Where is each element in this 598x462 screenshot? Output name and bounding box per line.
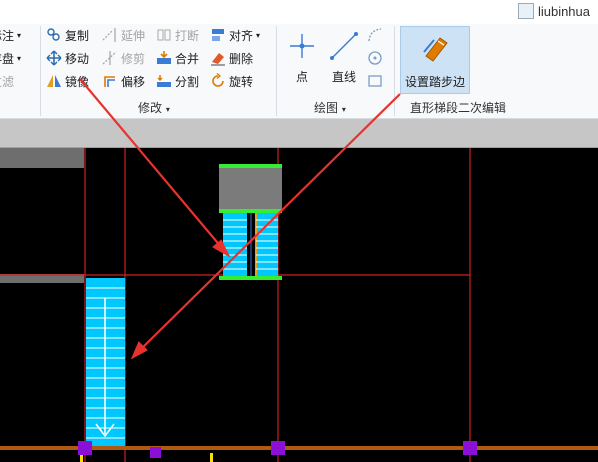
group-separator xyxy=(276,26,277,116)
merge-label: 合并 xyxy=(175,51,200,66)
green-edge xyxy=(219,164,282,168)
mirror-label: 镜像 xyxy=(65,74,90,89)
ribbon-item-filter[interactable]: 过滤 xyxy=(0,71,14,91)
annotate-label: 标注 xyxy=(0,28,15,43)
ribbon: 标注▾ 存盘▾ 过滤 复制 延伸 打断 对齐▾ 移动 修剪 合并 删除 xyxy=(0,24,598,119)
column-marker xyxy=(463,441,477,455)
mirror-icon xyxy=(46,73,62,89)
stair-landing xyxy=(219,165,282,211)
delete-label: 删除 xyxy=(229,51,254,66)
split-label: 分割 xyxy=(175,74,200,89)
extend-label: 延伸 xyxy=(121,28,146,43)
break-button[interactable]: 打断 xyxy=(156,25,199,45)
rotate-button[interactable]: 旋转 xyxy=(210,71,253,91)
modify-group-title: 修改 xyxy=(138,101,163,115)
extend-button[interactable]: 延伸 xyxy=(102,25,145,45)
point-button[interactable]: 点 xyxy=(284,28,320,85)
filter-label: 过滤 xyxy=(0,74,15,89)
group-separator xyxy=(394,26,395,116)
large-stair-flight xyxy=(86,278,125,446)
mirror-button[interactable]: 镜像 xyxy=(46,71,89,91)
draw-group-label[interactable]: 绘图 ▾ xyxy=(314,99,346,116)
small-stair-flight xyxy=(223,213,278,276)
stair-edit-icon xyxy=(417,29,453,65)
rotate-label: 旋转 xyxy=(229,74,254,89)
set-tread-edge-label: 设置踏步边 xyxy=(404,75,465,89)
trim-label: 修剪 xyxy=(121,51,146,66)
offset-icon xyxy=(102,73,118,89)
arc-button[interactable] xyxy=(367,25,383,45)
line-label: 直线 xyxy=(331,70,356,84)
move-label: 移动 xyxy=(65,51,90,66)
split-button[interactable]: 分割 xyxy=(156,71,199,91)
set-tread-edge-button[interactable]: 设置踏步边 xyxy=(400,26,470,94)
stair-group-label: 直形梯段二次编辑 xyxy=(410,101,507,115)
extend-icon xyxy=(102,27,118,43)
point-icon xyxy=(284,28,320,64)
point-label: 点 xyxy=(295,70,308,84)
ribbon-item-annotate[interactable]: 标注▾ xyxy=(0,25,21,45)
arc-icon xyxy=(367,27,383,43)
dropdown-caret-icon: ▾ xyxy=(17,53,22,63)
column-marker xyxy=(78,441,92,455)
dropdown-caret-icon: ▾ xyxy=(341,105,346,114)
green-edge xyxy=(219,276,282,280)
align-label: 对齐 xyxy=(229,28,254,43)
delete-button[interactable]: 删除 xyxy=(210,48,253,68)
copy-icon xyxy=(46,27,62,43)
yellow-mark xyxy=(80,455,83,462)
line-button[interactable]: 直线 xyxy=(326,28,362,85)
offset-button[interactable]: 偏移 xyxy=(102,71,145,91)
circle-icon xyxy=(367,50,383,66)
column-marker xyxy=(150,447,161,458)
break-icon xyxy=(156,27,172,43)
dropdown-caret-icon: ▾ xyxy=(256,30,261,40)
move-icon xyxy=(46,50,62,66)
group-separator xyxy=(40,26,41,116)
trim-icon xyxy=(102,50,118,66)
copy-button[interactable]: 复制 xyxy=(46,25,89,45)
offset-label: 偏移 xyxy=(121,74,146,89)
align-icon xyxy=(210,27,226,43)
yellow-mark xyxy=(210,453,213,462)
cad-drawing xyxy=(0,148,598,462)
user-account[interactable]: liubinhua xyxy=(517,3,590,19)
merge-icon xyxy=(156,50,172,66)
dropdown-caret-icon: ▾ xyxy=(165,105,170,114)
align-button[interactable]: 对齐 ▾ xyxy=(210,25,260,45)
drawing-canvas[interactable] xyxy=(0,148,598,462)
rectangle-button[interactable] xyxy=(367,71,383,91)
avatar xyxy=(517,3,534,19)
draw-group-title: 绘图 xyxy=(314,101,339,115)
green-edge xyxy=(219,209,282,213)
ribbon-item-save[interactable]: 存盘▾ xyxy=(0,48,21,68)
eraser-icon xyxy=(210,50,226,66)
user-name: liubinhua xyxy=(537,3,590,19)
line-icon xyxy=(326,28,362,64)
rotate-icon xyxy=(210,73,226,89)
modify-group-label[interactable]: 修改 ▾ xyxy=(138,99,170,116)
merge-button[interactable]: 合并 xyxy=(156,48,199,68)
copy-label: 复制 xyxy=(65,28,90,43)
column-marker xyxy=(271,441,285,455)
toolbar-strip xyxy=(0,119,598,148)
break-label: 打断 xyxy=(175,28,200,43)
split-icon xyxy=(156,73,172,89)
dropdown-caret-icon: ▾ xyxy=(17,30,22,40)
rectangle-icon xyxy=(367,73,383,89)
trim-button[interactable]: 修剪 xyxy=(102,48,145,68)
save-label: 存盘 xyxy=(0,51,15,66)
title-bar: liubinhua xyxy=(0,0,598,24)
gray-slab-top xyxy=(0,148,84,168)
circle-button[interactable] xyxy=(367,48,383,68)
move-button[interactable]: 移动 xyxy=(46,48,89,68)
